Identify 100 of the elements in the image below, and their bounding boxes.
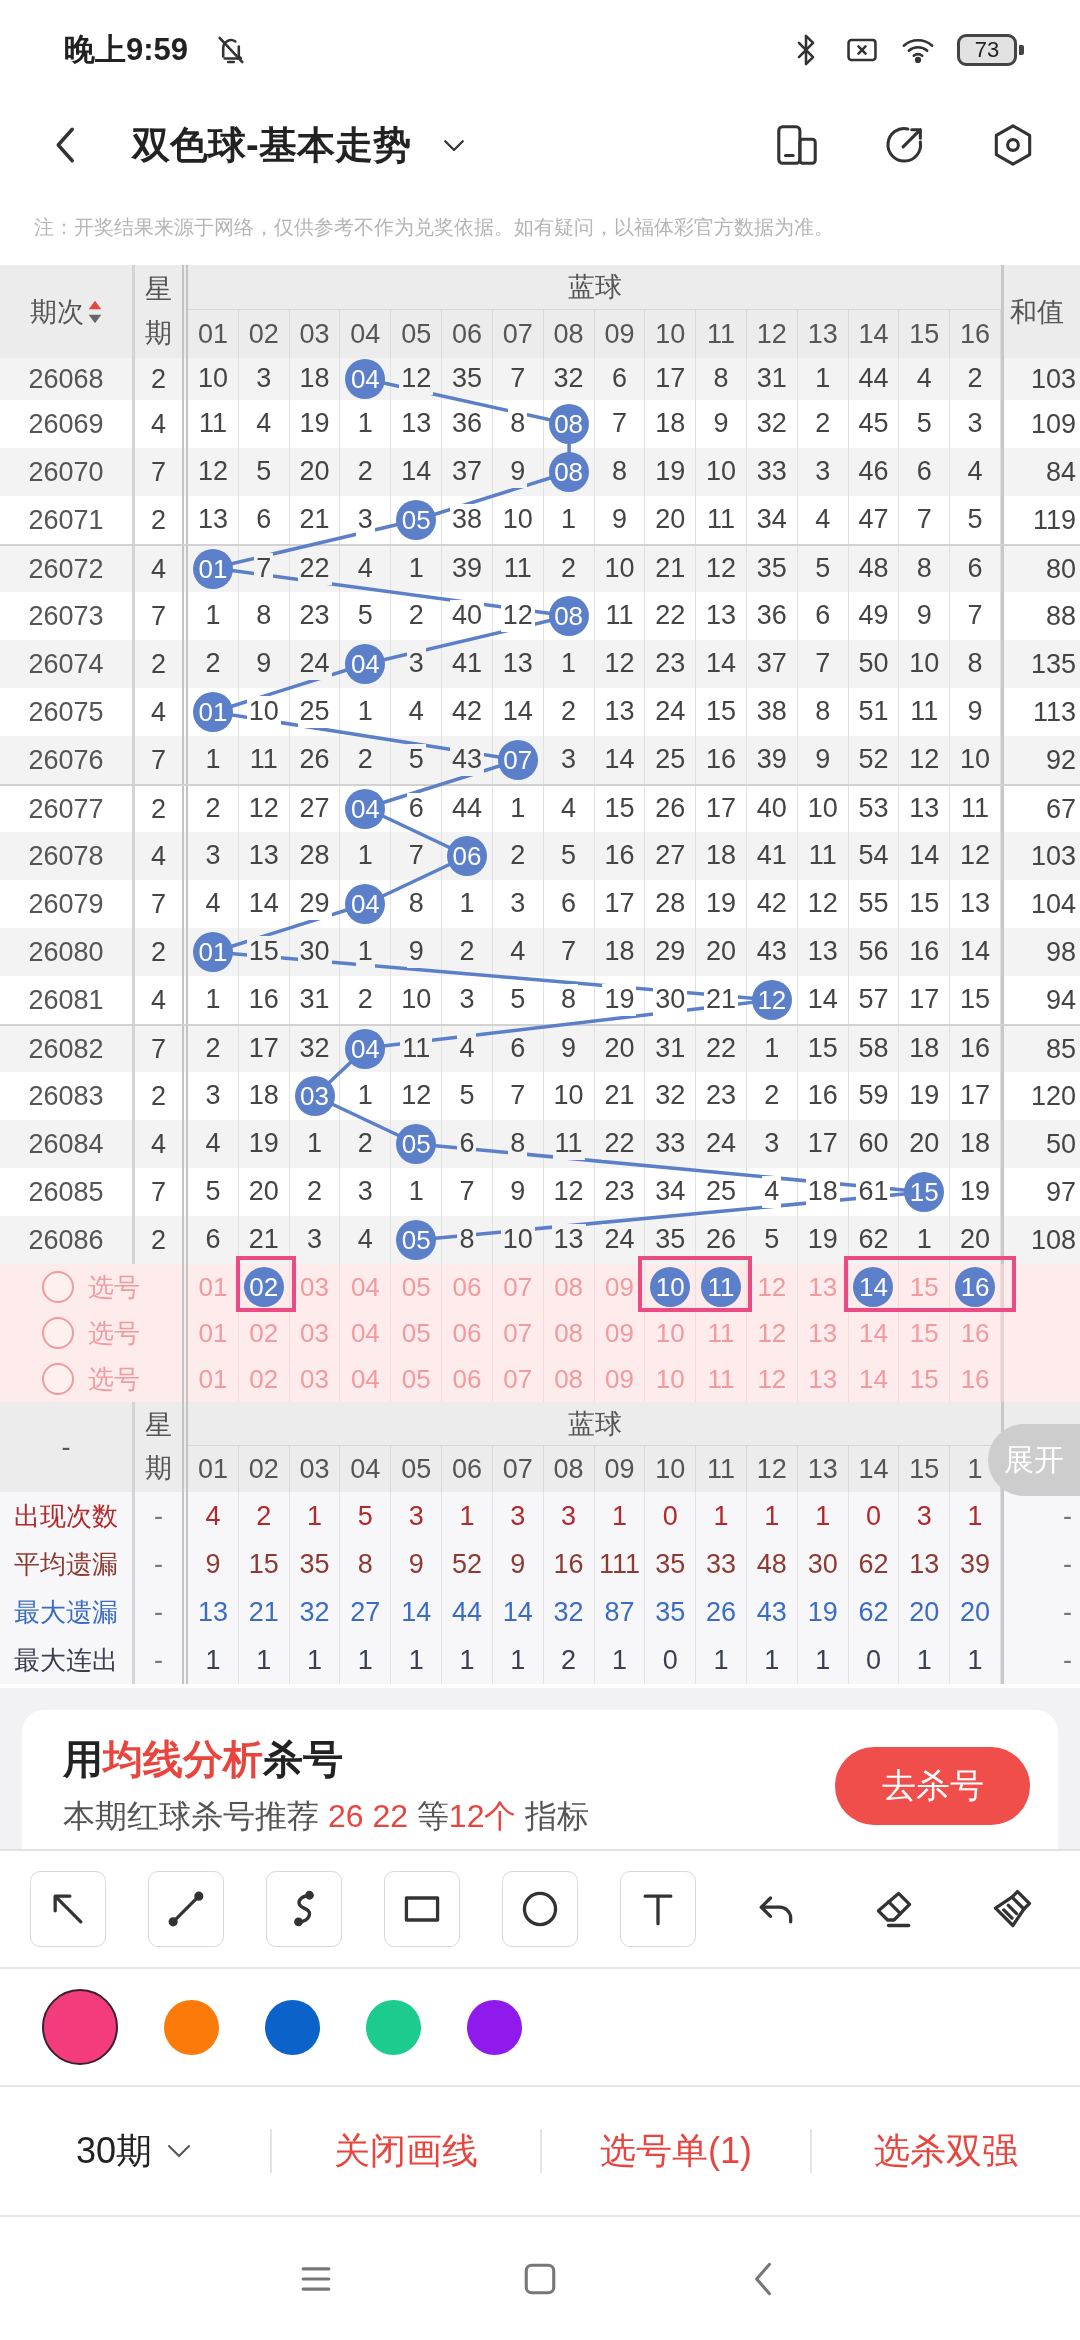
period-dropdown[interactable]: 30期 bbox=[75, 2126, 194, 2176]
number-button[interactable]: 12 bbox=[753, 1361, 790, 1397]
number-button[interactable]: 05 bbox=[398, 1315, 435, 1351]
number-button[interactable]: 10 bbox=[652, 1361, 689, 1397]
number-button[interactable]: 15 bbox=[906, 1315, 943, 1351]
number-button[interactable]: 07 bbox=[499, 1315, 536, 1351]
number-ball: 05 bbox=[396, 1220, 437, 1260]
action-link[interactable]: 关闭画线 bbox=[334, 2126, 478, 2176]
number-button[interactable]: 14 bbox=[853, 1267, 894, 1307]
number-button[interactable]: 09 bbox=[601, 1269, 638, 1305]
number-button[interactable]: 08 bbox=[550, 1269, 587, 1305]
number-button[interactable]: 08 bbox=[550, 1315, 587, 1351]
column-header: 12 bbox=[756, 318, 787, 350]
number-button[interactable]: 04 bbox=[347, 1361, 384, 1397]
table-cell: 7 bbox=[132, 1168, 188, 1216]
column-header: 03 bbox=[299, 1453, 330, 1485]
number-button[interactable]: 13 bbox=[804, 1269, 841, 1305]
color-swatch-icon[interactable] bbox=[265, 1999, 320, 2055]
number-button[interactable]: 02 bbox=[245, 1361, 282, 1397]
number-button[interactable]: 03 bbox=[296, 1269, 333, 1305]
table-cell: 19 bbox=[602, 984, 637, 1016]
column-header: 07 bbox=[502, 1453, 533, 1485]
number-button[interactable]: 10 bbox=[652, 1315, 689, 1351]
number-button[interactable]: 05 bbox=[398, 1361, 435, 1397]
number-button[interactable]: 07 bbox=[499, 1361, 536, 1397]
number-button[interactable]: 13 bbox=[804, 1361, 841, 1397]
number-button[interactable]: 11 bbox=[703, 1315, 740, 1351]
number-button[interactable]: 15 bbox=[906, 1269, 943, 1305]
number-ball: 08 bbox=[548, 596, 589, 636]
stats-label: 出现次数 bbox=[13, 1499, 119, 1533]
color-swatch-icon[interactable] bbox=[467, 1999, 522, 2055]
color-swatch-icon[interactable] bbox=[164, 1999, 219, 2055]
radio-button[interactable] bbox=[42, 1271, 74, 1303]
number-ball: 07 bbox=[497, 740, 538, 780]
number-button[interactable]: 16 bbox=[957, 1315, 994, 1351]
devices-icon[interactable] bbox=[774, 122, 820, 168]
number-button[interactable]: 16 bbox=[957, 1361, 994, 1397]
column-group-header: 蓝球 bbox=[567, 271, 622, 304]
table-cell: 4 bbox=[132, 832, 188, 880]
rectangle-tool-button[interactable] bbox=[384, 1871, 460, 1947]
battery-indicator: 73 bbox=[957, 34, 1024, 66]
radio-button[interactable] bbox=[42, 1363, 74, 1395]
promo-title: 用均线分析杀号 bbox=[63, 1736, 344, 1783]
column-header: 08 bbox=[553, 1453, 584, 1485]
column-header: 06 bbox=[451, 318, 482, 350]
arrow-tool-button[interactable] bbox=[30, 1871, 106, 1947]
circle-tool-button[interactable] bbox=[502, 1871, 578, 1947]
text-tool-button[interactable] bbox=[620, 1871, 696, 1947]
number-button[interactable]: 11 bbox=[701, 1267, 742, 1307]
sort-icon[interactable] bbox=[88, 298, 102, 325]
number-button[interactable]: 14 bbox=[855, 1315, 892, 1351]
table-cell: 1 bbox=[391, 1636, 443, 1684]
color-swatch-icon[interactable] bbox=[366, 1999, 421, 2055]
table-cell: 7 bbox=[132, 736, 188, 784]
number-button[interactable]: 03 bbox=[296, 1361, 333, 1397]
number-button[interactable]: 06 bbox=[448, 1315, 485, 1351]
table-cell: 43 bbox=[449, 744, 484, 776]
number-button[interactable]: 06 bbox=[448, 1361, 485, 1397]
radio-button[interactable] bbox=[42, 1317, 74, 1349]
kill-number-button[interactable]: 去杀号 bbox=[835, 1746, 1030, 1825]
number-button[interactable]: 14 bbox=[855, 1361, 892, 1397]
table-cell: 7 bbox=[132, 880, 188, 928]
number-button[interactable]: 06 bbox=[448, 1269, 485, 1305]
number-button[interactable]: 09 bbox=[601, 1361, 638, 1397]
table-cell: 4 bbox=[132, 976, 188, 1024]
number-button[interactable]: 16 bbox=[955, 1267, 996, 1307]
number-button[interactable]: 01 bbox=[194, 1269, 231, 1305]
number-button[interactable]: 01 bbox=[194, 1315, 231, 1351]
number-button[interactable]: 04 bbox=[347, 1315, 384, 1351]
column-header: 11 bbox=[707, 318, 736, 350]
column-header: 1 bbox=[967, 1453, 983, 1485]
number-button[interactable]: 15 bbox=[906, 1361, 943, 1397]
number-button[interactable]: 07 bbox=[499, 1269, 536, 1305]
table-cell: 1 bbox=[492, 1636, 544, 1684]
number-button[interactable]: 03 bbox=[296, 1315, 333, 1351]
number-button[interactable]: 13 bbox=[804, 1315, 841, 1351]
column-header: 03 bbox=[299, 318, 330, 350]
number-button[interactable]: 04 bbox=[347, 1269, 384, 1305]
action-link[interactable]: 选杀双强 bbox=[874, 2126, 1018, 2176]
number-button[interactable]: 02 bbox=[245, 1315, 282, 1351]
number-ball: 01 bbox=[192, 932, 233, 972]
number-button[interactable]: 09 bbox=[601, 1315, 638, 1351]
number-button[interactable]: 11 bbox=[703, 1361, 740, 1397]
curve-tool-button[interactable] bbox=[266, 1871, 342, 1947]
column-header: 01 bbox=[197, 1453, 228, 1485]
table-cell: 1 bbox=[289, 1636, 341, 1684]
action-link[interactable]: 选号单(1) bbox=[600, 2126, 752, 2176]
column-header: 16 bbox=[960, 318, 991, 350]
number-button[interactable]: 12 bbox=[753, 1315, 790, 1351]
number-button[interactable]: 10 bbox=[650, 1267, 691, 1307]
number-button[interactable]: 05 bbox=[398, 1269, 435, 1305]
table-cell: 2 bbox=[132, 358, 188, 400]
number-button[interactable]: 12 bbox=[753, 1269, 790, 1305]
column-group-header: 蓝球 bbox=[567, 1407, 622, 1441]
column-header: 星期 bbox=[145, 273, 172, 350]
number-button[interactable]: 01 bbox=[194, 1361, 231, 1397]
line-tool-button[interactable] bbox=[148, 1871, 224, 1947]
number-button[interactable]: 02 bbox=[243, 1267, 284, 1307]
number-button[interactable]: 08 bbox=[550, 1361, 587, 1397]
table-cell: 0 bbox=[645, 1636, 697, 1684]
